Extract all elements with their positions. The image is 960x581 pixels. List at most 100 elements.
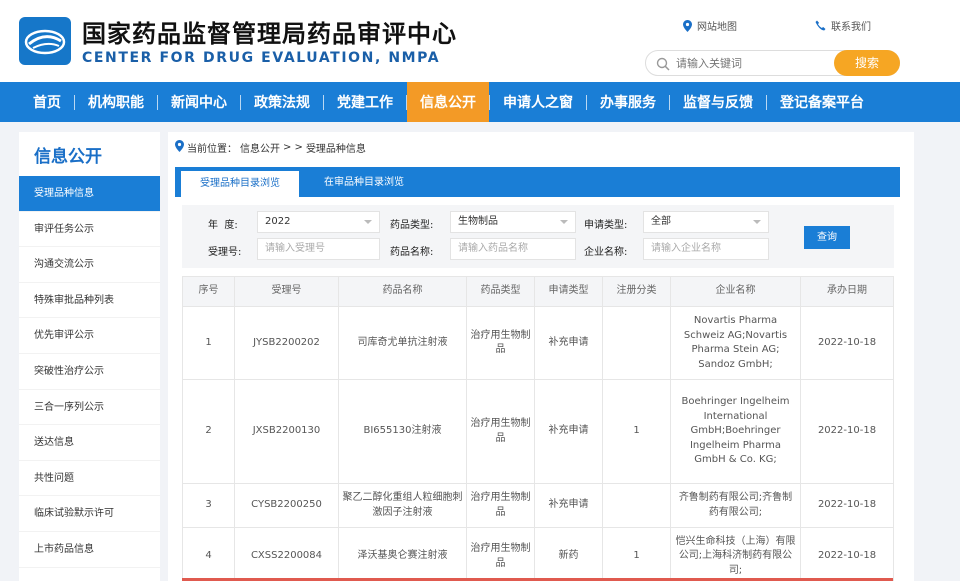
column-header: 注册分类 xyxy=(602,276,671,307)
table-cell[interactable]: 聚乙二醇化重组人粒细胞刺激因子注射液 xyxy=(338,483,467,528)
column-header: 药品名称 xyxy=(338,276,467,307)
sidebar-title: 信息公开 xyxy=(34,147,102,167)
table-cell[interactable]: 泽沃基奥仑赛注射液 xyxy=(338,527,467,581)
apply-type-select[interactable]: 全部 xyxy=(643,211,769,233)
nav-item-2[interactable]: 新闻中心 xyxy=(158,82,240,122)
sitemap-link[interactable]: 网站地图 xyxy=(683,18,737,33)
chevron-down-icon xyxy=(753,220,761,224)
breadcrumb-level2[interactable]: 受理品种信息 xyxy=(306,140,366,155)
table-cell[interactable]: 司库奇尤单抗注射液 xyxy=(338,306,467,380)
year-select[interactable]: 2022 xyxy=(257,211,380,233)
sidebar-item-10[interactable]: 上市药品信息 xyxy=(19,532,160,568)
table-cell: 治疗用生物制品 xyxy=(466,527,535,581)
site-title: 国家药品监督管理局药品审评中心 xyxy=(82,20,457,48)
nav-item-label: 办事服务 xyxy=(600,95,656,111)
filter-panel: 年 度: 2022 药品类型: 生物制品 申请类型: 全部 受理号: 请输入受理… xyxy=(182,205,894,268)
sidebar-item-1[interactable]: 审评任务公示 xyxy=(19,212,160,248)
sidebar-item-5[interactable]: 突破性治疗公示 xyxy=(19,354,160,390)
table-cell: Boehringer Ingelheim International GmbH;… xyxy=(670,379,801,484)
site-subtitle: CENTER FOR DRUG EVALUATION, NMPA xyxy=(82,50,441,66)
main-content: 当前位置： 信息公开 > > 受理品种信息 受理品种目录浏览 在审品种目录浏览 … xyxy=(168,132,914,581)
table-cell: 治疗用生物制品 xyxy=(466,379,535,484)
sidebar-item-2[interactable]: 沟通交流公示 xyxy=(19,247,160,283)
table-header-row: 序号 受理号 药品名称 药品类型 申请类型 注册分类 企业名称 承办日期 xyxy=(182,276,894,307)
tab-bar: 受理品种目录浏览 在审品种目录浏览 xyxy=(175,167,900,197)
accept-no-label: 受理号: xyxy=(208,247,242,258)
table-cell: 新药 xyxy=(534,527,603,581)
nav-item-6[interactable]: 申请人之窗 xyxy=(490,82,586,122)
site-search: 搜索 xyxy=(645,50,900,76)
nav-item-label: 新闻中心 xyxy=(171,95,227,111)
drug-type-select[interactable]: 生物制品 xyxy=(450,211,576,233)
breadcrumb-level1[interactable]: 信息公开 xyxy=(240,140,280,155)
sidebar-item-3[interactable]: 特殊审批品种列表 xyxy=(19,283,160,319)
table-cell: 1 xyxy=(602,527,671,581)
table-row[interactable]: 3 CYSB2200250 聚乙二醇化重组人粒细胞刺激因子注射液 治疗用生物制品 补充申… xyxy=(182,483,894,528)
nav-item-9[interactable]: 登记备案平台 xyxy=(767,82,877,122)
phone-icon xyxy=(815,20,826,31)
table-cell: 治疗用生物制品 xyxy=(466,306,535,380)
sidebar-item-9[interactable]: 临床试验默示许可 xyxy=(19,496,160,532)
sidebar-item-4[interactable]: 优先审评公示 xyxy=(19,318,160,354)
column-header: 受理号 xyxy=(234,276,339,307)
nav-item-5[interactable]: 信息公开 xyxy=(407,82,489,122)
column-header: 承办日期 xyxy=(800,276,894,307)
breadcrumb-prefix: 当前位置： xyxy=(187,144,237,155)
chevron-down-icon xyxy=(560,220,568,224)
breadcrumb: 当前位置： 信息公开 > > 受理品种信息 xyxy=(175,140,366,155)
sidebar-item-7[interactable]: 送达信息 xyxy=(19,425,160,461)
accept-no-input[interactable]: 请输入受理号 xyxy=(257,238,380,260)
sidebar-item-0[interactable]: 受理品种信息 xyxy=(19,176,160,212)
tab-under-review-catalog[interactable]: 在审品种目录浏览 xyxy=(305,167,423,197)
column-header: 序号 xyxy=(182,276,235,307)
apply-type-label: 申请类型: xyxy=(584,220,628,231)
table-cell xyxy=(602,306,671,380)
location-pin-icon xyxy=(683,19,692,32)
main-nav: 首页 机构职能 新闻中心 政策法规 党建工作 信息公开 申请人之窗 办事服务 监督与反馈 登记备案… xyxy=(0,82,960,122)
query-button[interactable]: 查询 xyxy=(804,226,850,249)
table-cell[interactable]: CXSS2200084 xyxy=(234,527,339,581)
nav-item-label: 登记备案平台 xyxy=(780,95,864,111)
table-cell: 补充申请 xyxy=(534,483,603,528)
table-cell[interactable]: JXSB2200130 xyxy=(234,379,339,484)
nav-item-8[interactable]: 监督与反馈 xyxy=(670,82,766,122)
sidebar-item-8[interactable]: 共性问题 xyxy=(19,461,160,497)
column-header: 药品类型 xyxy=(466,276,535,307)
nav-item-label: 党建工作 xyxy=(337,95,393,111)
drug-name-input[interactable]: 请输入药品名称 xyxy=(450,238,576,260)
breadcrumb-arrows: > > xyxy=(283,142,303,153)
table-cell: 2022-10-18 xyxy=(800,483,894,528)
nav-item-7[interactable]: 办事服务 xyxy=(587,82,669,122)
company-input[interactable]: 请输入企业名称 xyxy=(643,238,769,260)
table-row[interactable]: 2 JXSB2200130 BI655130注射液 治疗用生物制品 补充申请 1 Boehr… xyxy=(182,379,894,484)
results-table: 序号 受理号 药品名称 药品类型 申请类型 注册分类 企业名称 承办日期 1 JYSB22002… xyxy=(182,276,894,581)
table-cell[interactable]: BI655130注射液 xyxy=(338,379,467,484)
tab-accepted-catalog[interactable]: 受理品种目录浏览 xyxy=(181,171,299,197)
table-row[interactable]: 1 JYSB2200202 司库奇尤单抗注射液 治疗用生物制品 补充申请 Novartis… xyxy=(182,306,894,380)
table-row[interactable]: 4 CXSS2200084 泽沃基奥仑赛注射液 治疗用生物制品 新药 1 恺兴生命科技（上海… xyxy=(182,527,894,581)
sidebar-item-6[interactable]: 三合一序列公示 xyxy=(19,390,160,426)
table-cell: 恺兴生命科技（上海）有限公司;上海科济制药有限公司; xyxy=(670,527,801,581)
location-pin-icon xyxy=(175,140,184,155)
table-cell: 齐鲁制药有限公司;齐鲁制药有限公司; xyxy=(670,483,801,528)
drug-name-label: 药品名称: xyxy=(390,247,434,258)
cde-logo[interactable] xyxy=(19,17,71,65)
search-input[interactable] xyxy=(676,54,826,72)
table-cell[interactable]: CYSB2200250 xyxy=(234,483,339,528)
table-cell: Novartis Pharma Schweiz AG;Novartis Phar… xyxy=(670,306,801,380)
nav-item-3[interactable]: 政策法规 xyxy=(241,82,323,122)
table-cell xyxy=(602,483,671,528)
nav-item-4[interactable]: 党建工作 xyxy=(324,82,406,122)
contact-label: 联系我们 xyxy=(831,22,871,33)
nav-item-label: 信息公开 xyxy=(420,95,476,111)
nav-item-label: 政策法规 xyxy=(254,95,310,111)
table-cell: 4 xyxy=(182,527,235,581)
search-button[interactable]: 搜索 xyxy=(834,50,900,76)
nav-item-0[interactable]: 首页 xyxy=(20,82,74,122)
nav-item-1[interactable]: 机构职能 xyxy=(75,82,157,122)
table-cell: 补充申请 xyxy=(534,379,603,484)
nav-item-label: 监督与反馈 xyxy=(683,95,753,111)
table-cell[interactable]: JYSB2200202 xyxy=(234,306,339,380)
table-cell: 治疗用生物制品 xyxy=(466,483,535,528)
contact-link[interactable]: 联系我们 xyxy=(815,18,871,33)
